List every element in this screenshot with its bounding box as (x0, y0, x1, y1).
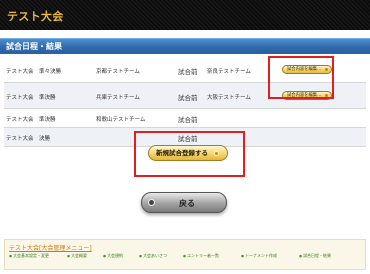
app-title: テスト大会 (7, 10, 64, 23)
round-name: 準決勝 (39, 117, 56, 123)
footer-link-tournament[interactable]: トーナメント作成 (241, 253, 277, 259)
top-bar: テスト大会 (0, 0, 370, 30)
footer-link-entries[interactable]: エントリー者一覧 (183, 253, 219, 259)
footer-menu: テスト大会[大会管理メニュー] 大会基本設定・変更 大会概要 大会規約 大会あい… (4, 239, 366, 270)
round-name: 決勝 (39, 136, 51, 142)
tournament-name: テスト大会 (6, 136, 34, 142)
back-button[interactable]: 戻る (141, 192, 227, 213)
away-team: 大阪テストチーム (207, 95, 251, 101)
away-team: 奈良テストチーム (207, 69, 251, 75)
match-status: 試合前 (178, 68, 198, 76)
footer-link-greeting[interactable]: 大会あいさつ (139, 253, 167, 259)
section-header: 試合日程・結果 (0, 38, 370, 54)
match-status: 試合前 (178, 116, 198, 124)
match-status: 試合前 (178, 94, 198, 102)
back-label: 戻る (179, 199, 195, 208)
footer-menu-title[interactable]: テスト大会[大会管理メニュー] (9, 243, 92, 252)
round-name: 準々決勝 (39, 69, 62, 75)
home-team: 京都テストチーム (96, 69, 140, 75)
highlight-box-new (134, 131, 245, 177)
footer-link-rules[interactable]: 大会規約 (103, 253, 123, 259)
highlight-box-edit (268, 56, 334, 99)
home-team: 和歌山テストチーム (96, 117, 146, 123)
home-team: 兵庫テストチーム (96, 95, 140, 101)
tournament-name: テスト大会 (6, 95, 34, 101)
tournament-name: テスト大会 (6, 69, 34, 75)
footer-link-schedule[interactable]: 試合日程・結果 (299, 253, 331, 259)
section-title: 試合日程・結果 (6, 42, 62, 51)
round-name: 準決勝 (39, 95, 56, 101)
footer-link-overview[interactable]: 大会概要 (67, 253, 87, 259)
table-row: テスト大会 準決勝 和歌山テストチーム 試合前 (4, 109, 366, 128)
back-circle-icon (148, 199, 155, 206)
footer-link-basic-settings[interactable]: 大会基本設定・変更 (9, 253, 49, 259)
tournament-name: テスト大会 (6, 117, 34, 123)
